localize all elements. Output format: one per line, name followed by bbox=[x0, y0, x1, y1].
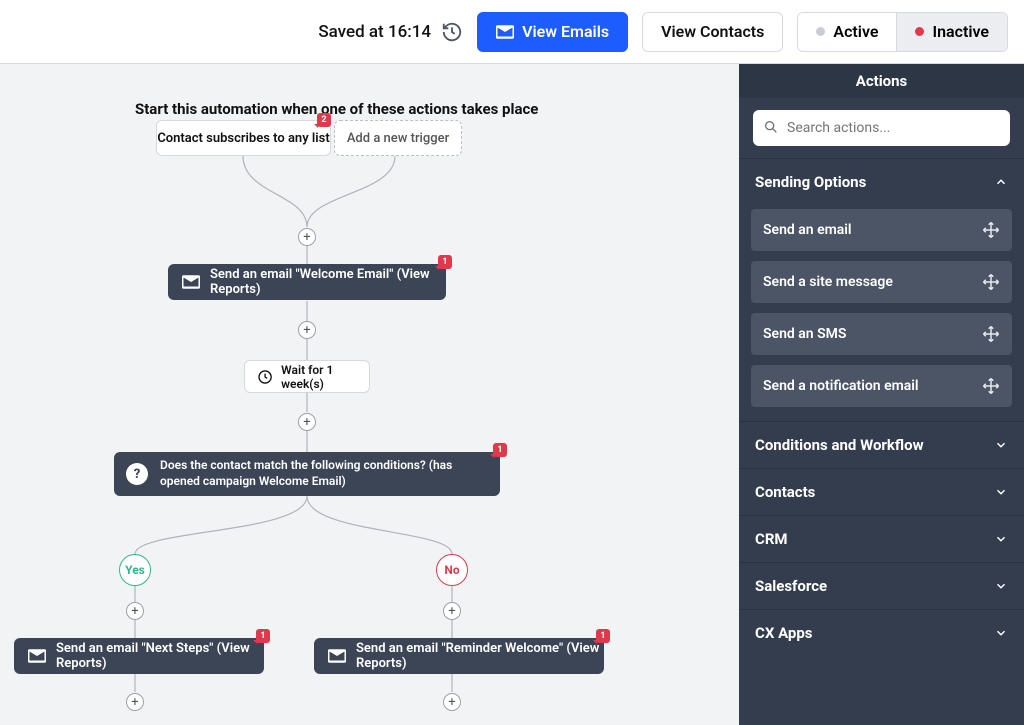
dot-red-icon bbox=[915, 27, 924, 36]
section-contacts-head[interactable]: Contacts bbox=[739, 469, 1024, 515]
section-sending: Sending Options Send an email Send a sit… bbox=[739, 158, 1024, 421]
section-cxapps-head[interactable]: CX Apps bbox=[739, 610, 1024, 656]
no-node[interactable]: No bbox=[436, 554, 468, 586]
section-crm: CRM bbox=[739, 515, 1024, 562]
section-conditions-label: Conditions and Workflow bbox=[755, 436, 924, 454]
topbar: Saved at 16:14 View Emails View Contacts… bbox=[0, 0, 1024, 64]
chevron-up-icon bbox=[994, 175, 1008, 189]
status-active[interactable]: Active bbox=[798, 13, 896, 51]
status-toggle: Active Inactive bbox=[797, 12, 1008, 52]
canvas-heading: Start this automation when one of these … bbox=[135, 100, 538, 118]
actions-panel: Actions Sending Options Send an email Se… bbox=[739, 64, 1024, 725]
section-sending-head[interactable]: Sending Options bbox=[739, 159, 1024, 205]
mail-icon bbox=[328, 649, 346, 663]
view-emails-label: View Emails bbox=[522, 22, 609, 41]
section-cxapps-label: CX Apps bbox=[755, 624, 812, 642]
condition-node[interactable]: ? Does the contact match the following c… bbox=[114, 452, 500, 496]
chevron-down-icon bbox=[994, 485, 1008, 499]
view-emails-button[interactable]: View Emails bbox=[477, 12, 628, 52]
history-icon[interactable] bbox=[441, 21, 463, 43]
saved-text: Saved at 16:14 bbox=[318, 22, 431, 42]
search-input[interactable] bbox=[753, 110, 1010, 146]
move-icon bbox=[982, 221, 1000, 239]
move-icon bbox=[982, 273, 1000, 291]
email-next-label: Send an email "Next Steps" (View Reports… bbox=[56, 641, 264, 671]
mail-icon bbox=[28, 649, 46, 663]
mail-icon bbox=[182, 275, 200, 289]
section-contacts-label: Contacts bbox=[755, 483, 815, 501]
email-next-badge: 1 bbox=[256, 629, 270, 643]
section-crm-label: CRM bbox=[755, 530, 788, 548]
main: Start this automation when one of these … bbox=[0, 64, 1024, 725]
section-sending-body: Send an email Send a site message Send a… bbox=[739, 205, 1024, 421]
status-active-label: Active bbox=[833, 22, 878, 41]
email-welcome-badge: 1 bbox=[438, 255, 452, 269]
section-conditions: Conditions and Workflow bbox=[739, 421, 1024, 468]
chevron-down-icon bbox=[994, 532, 1008, 546]
connectors bbox=[0, 64, 739, 725]
action-send-notification-email[interactable]: Send a notification email bbox=[751, 365, 1012, 407]
email-reminder-badge: 1 bbox=[596, 629, 610, 643]
wait-label: Wait for 1 week(s) bbox=[281, 363, 369, 391]
status-inactive-label: Inactive bbox=[932, 22, 989, 41]
yes-node[interactable]: Yes bbox=[119, 554, 151, 586]
chevron-down-icon bbox=[994, 626, 1008, 640]
action-send-sms[interactable]: Send an SMS bbox=[751, 313, 1012, 355]
panel-title: Actions bbox=[739, 64, 1024, 98]
status-inactive[interactable]: Inactive bbox=[896, 13, 1007, 51]
search-wrap bbox=[739, 98, 1024, 158]
section-conditions-head[interactable]: Conditions and Workflow bbox=[739, 422, 1024, 468]
plus-button[interactable] bbox=[298, 228, 316, 246]
saved-status: Saved at 16:14 bbox=[318, 21, 463, 43]
wait-node[interactable]: Wait for 1 week(s) bbox=[244, 360, 370, 393]
condition-badge: 1 bbox=[493, 443, 507, 457]
email-reminder-label: Send an email "Reminder Welcome" (View R… bbox=[356, 641, 604, 671]
mail-icon bbox=[496, 25, 514, 39]
trigger-badge: 2 bbox=[317, 113, 331, 127]
email-node-reminder[interactable]: Send an email "Reminder Welcome" (View R… bbox=[314, 638, 604, 674]
chevron-down-icon bbox=[994, 438, 1008, 452]
section-salesforce: Salesforce bbox=[739, 562, 1024, 609]
add-trigger-label: Add a new trigger bbox=[347, 131, 449, 146]
section-sending-label: Sending Options bbox=[755, 173, 866, 191]
plus-button[interactable] bbox=[443, 693, 461, 711]
add-trigger-node[interactable]: Add a new trigger bbox=[334, 120, 462, 156]
trigger-node[interactable]: Contact subscribes to any list bbox=[156, 120, 331, 156]
plus-button[interactable] bbox=[298, 321, 316, 339]
plus-button[interactable] bbox=[443, 602, 461, 620]
dot-icon bbox=[816, 27, 825, 36]
section-contacts: Contacts bbox=[739, 468, 1024, 515]
trigger-label: Contact subscribes to any list bbox=[157, 131, 329, 146]
view-contacts-button[interactable]: View Contacts bbox=[642, 12, 783, 52]
move-icon bbox=[982, 325, 1000, 343]
clock-icon bbox=[257, 368, 273, 386]
condition-label: Does the contact match the following con… bbox=[160, 458, 488, 489]
email-welcome-label: Send an email "Welcome Email" (View Repo… bbox=[210, 267, 446, 297]
email-node-next-steps[interactable]: Send an email "Next Steps" (View Reports… bbox=[14, 638, 264, 674]
action-send-email[interactable]: Send an email bbox=[751, 209, 1012, 251]
search-icon bbox=[763, 119, 779, 135]
email-node-welcome[interactable]: Send an email "Welcome Email" (View Repo… bbox=[168, 264, 446, 300]
plus-button[interactable] bbox=[126, 693, 144, 711]
section-salesforce-head[interactable]: Salesforce bbox=[739, 563, 1024, 609]
plus-button[interactable] bbox=[126, 602, 144, 620]
view-contacts-label: View Contacts bbox=[661, 22, 764, 41]
automation-canvas[interactable]: Start this automation when one of these … bbox=[0, 64, 739, 725]
action-send-site-message[interactable]: Send a site message bbox=[751, 261, 1012, 303]
chevron-down-icon bbox=[994, 579, 1008, 593]
section-cxapps: CX Apps bbox=[739, 609, 1024, 656]
question-icon: ? bbox=[126, 463, 148, 485]
plus-button[interactable] bbox=[298, 413, 316, 431]
move-icon bbox=[982, 377, 1000, 395]
section-crm-head[interactable]: CRM bbox=[739, 516, 1024, 562]
section-salesforce-label: Salesforce bbox=[755, 577, 827, 595]
